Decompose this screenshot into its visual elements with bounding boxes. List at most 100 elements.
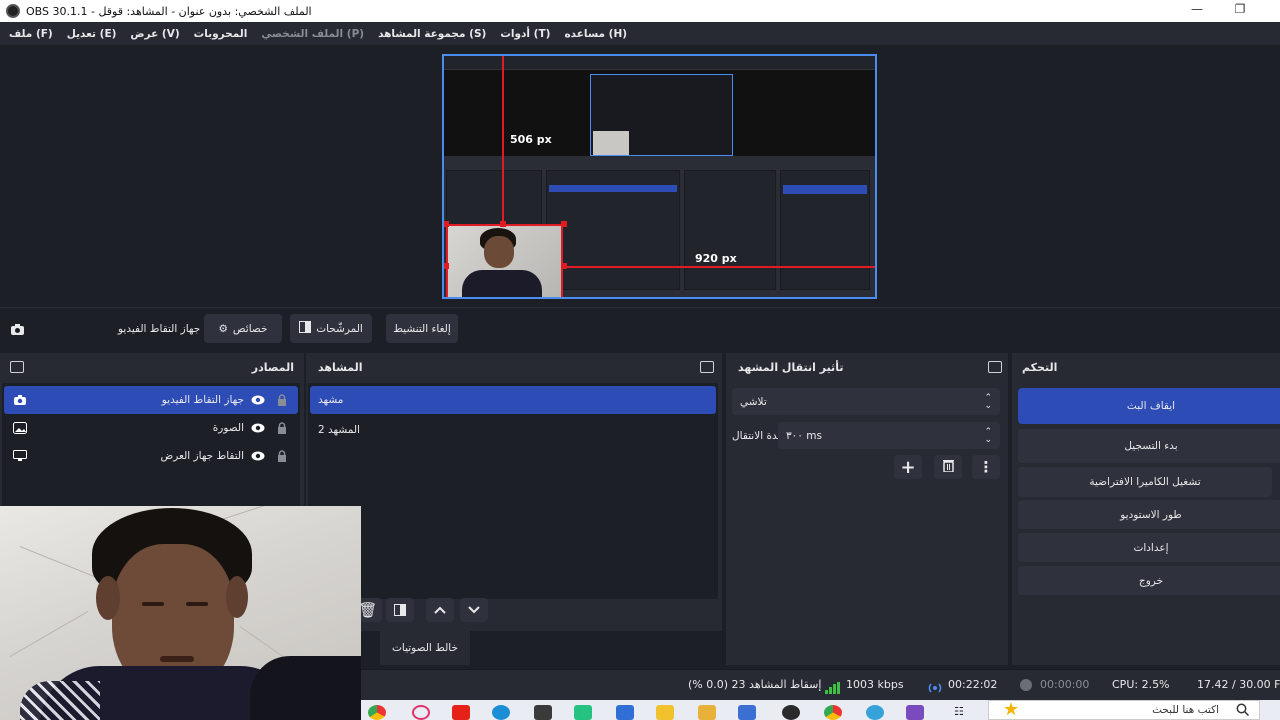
app-taskbar-icon[interactable] bbox=[738, 705, 756, 720]
undock-icon[interactable] bbox=[700, 361, 714, 373]
nested-transitions-panel bbox=[684, 170, 776, 290]
image-icon bbox=[12, 421, 28, 435]
app-taskbar-icon[interactable] bbox=[656, 705, 674, 720]
guide-horizontal bbox=[563, 266, 875, 268]
chrome-taskbar-icon[interactable] bbox=[824, 705, 842, 720]
eye-icon[interactable] bbox=[250, 421, 266, 435]
menu-view[interactable]: عرض (V) bbox=[123, 28, 186, 40]
eye-icon[interactable] bbox=[250, 393, 266, 407]
studio-mode-button[interactable]: طور الاستوديو bbox=[1018, 500, 1280, 529]
lock-icon[interactable] bbox=[274, 421, 290, 435]
deactivate-button[interactable]: إلغاء التنشيط bbox=[386, 314, 458, 343]
start-virtual-camera-button[interactable]: تشغيل الكاميرا الافتراضية bbox=[1018, 467, 1272, 497]
lock-icon[interactable] bbox=[274, 449, 290, 463]
remove-transition-button[interactable] bbox=[934, 455, 962, 479]
undock-icon[interactable] bbox=[10, 361, 24, 373]
task-view-icon[interactable]: ☷ bbox=[954, 705, 968, 720]
scenes-dock-title: المشاهد bbox=[318, 360, 363, 374]
monitor-icon bbox=[12, 449, 28, 463]
menu-scene-collection[interactable]: مجموعة المشاهد (S) bbox=[371, 28, 493, 40]
cpu-usage: CPU: 2.5% bbox=[1112, 678, 1170, 691]
tab-audio-mixer[interactable]: خالط الصوتيات bbox=[380, 631, 470, 665]
sources-dock-header: المصادر bbox=[0, 353, 304, 381]
add-transition-button[interactable]: + bbox=[894, 455, 922, 479]
filters-button[interactable]: المرشّحات bbox=[290, 314, 372, 343]
transitions-dock: تأثير انتقال المشهد تلاشي ⌃ ⌄ مدة الانتقا… bbox=[726, 353, 1008, 665]
move-down-button[interactable] bbox=[460, 598, 488, 622]
chrome-taskbar-icon[interactable] bbox=[368, 705, 386, 720]
resize-handle[interactable] bbox=[561, 263, 567, 269]
move-up-button[interactable] bbox=[426, 598, 454, 622]
resize-handle[interactable] bbox=[444, 221, 449, 227]
file-explorer-taskbar-icon[interactable] bbox=[698, 705, 716, 720]
camera-icon bbox=[12, 393, 28, 407]
webcam-overlay bbox=[0, 506, 361, 720]
youtube-taskbar-icon[interactable] bbox=[452, 705, 470, 720]
obs-taskbar-icon[interactable] bbox=[782, 705, 800, 720]
restore-button[interactable]: ❐ bbox=[1230, 2, 1250, 20]
title-bar: OBS 30.1.1 - الملف الشخصي: بدون عنوان - … bbox=[0, 0, 1280, 22]
sources-dock-title: المصادر bbox=[251, 360, 294, 374]
edge-taskbar-icon[interactable] bbox=[492, 705, 510, 720]
app-taskbar-icon[interactable] bbox=[534, 705, 552, 720]
menu-file[interactable]: ملف (F) bbox=[2, 28, 60, 40]
guide-vertical bbox=[502, 56, 504, 224]
exit-button[interactable]: خروج bbox=[1018, 566, 1280, 595]
source-item-display-capture[interactable]: التقاط جهاز العرض bbox=[4, 442, 298, 470]
controls-dock: التحكم ايقاف البث بدء التسجيل تشغيل الكا… bbox=[1012, 353, 1280, 665]
start-recording-button[interactable]: بدء التسجيل bbox=[1018, 429, 1280, 463]
resize-handle[interactable] bbox=[444, 263, 449, 269]
taskbar-search-input[interactable]: اكتب هنا للبحث ★ bbox=[988, 699, 1260, 720]
app-taskbar-icon[interactable] bbox=[412, 705, 430, 720]
settings-button[interactable]: إعدادات bbox=[1018, 533, 1280, 562]
scene-filters-button[interactable] bbox=[386, 598, 414, 622]
store-taskbar-icon[interactable] bbox=[616, 705, 634, 720]
resize-handle[interactable] bbox=[561, 221, 567, 227]
duration-spinbox[interactable]: ٣٠٠ ms ⌃ ⌄ bbox=[778, 422, 1000, 449]
properties-button[interactable]: ⚙ خصائص bbox=[204, 314, 282, 343]
preview-webcam-source[interactable] bbox=[446, 224, 563, 297]
menu-edit[interactable]: تعديل (E) bbox=[60, 28, 124, 40]
scene-item[interactable]: المشهد 2 bbox=[310, 416, 716, 444]
transition-menu-button[interactable]: ⋮ bbox=[972, 455, 1000, 479]
undock-icon[interactable] bbox=[988, 361, 1002, 373]
minimize-button[interactable]: — bbox=[1187, 2, 1207, 20]
filter-icon bbox=[299, 321, 312, 336]
duration-value: ٣٠٠ ms bbox=[786, 429, 822, 442]
signal-bars-icon bbox=[825, 679, 841, 698]
record-time: 00:00:00 bbox=[1040, 678, 1090, 691]
menu-bar: ملف (F) تعديل (E) عرض (V) المحروبات المل… bbox=[0, 22, 1280, 45]
menu-profile[interactable]: الملف الشخصي (P) bbox=[254, 28, 371, 40]
menu-tools[interactable]: أدوات (T) bbox=[493, 28, 557, 40]
duration-label: مدة الانتقال bbox=[732, 430, 784, 442]
plus-icon: + bbox=[900, 456, 916, 478]
source-item-video-capture[interactable]: جهاز التقاط الفيديو bbox=[4, 386, 298, 414]
resize-handle[interactable] bbox=[500, 221, 506, 227]
filters-label: المرشّحات bbox=[316, 322, 363, 335]
menu-help[interactable]: مساعده (H) bbox=[557, 28, 634, 40]
window-title: OBS 30.1.1 - الملف الشخصي: بدون عنوان - … bbox=[26, 4, 312, 18]
transition-select[interactable]: تلاشي ⌃ ⌄ bbox=[732, 388, 1000, 415]
scene-label: مشهد bbox=[318, 394, 344, 406]
guide-width-label: 920 px bbox=[695, 252, 737, 265]
fps: 17.42 / 30.00 FPS bbox=[1197, 678, 1280, 691]
menu-docks[interactable]: المحروبات bbox=[187, 28, 255, 40]
updown-chevron-icon: ⌃ ⌄ bbox=[984, 426, 992, 445]
obs-logo-icon bbox=[6, 4, 20, 18]
scenes-list: مشهد المشهد 2 bbox=[308, 383, 718, 599]
nested-webcam-thumb bbox=[593, 131, 629, 155]
eye-icon[interactable] bbox=[250, 449, 266, 463]
transition-value: تلاشي bbox=[740, 395, 767, 408]
nested-scenes-panel bbox=[546, 170, 680, 290]
scene-item[interactable]: مشهد bbox=[310, 386, 716, 414]
program-preview[interactable]: 506 px 920 px bbox=[442, 54, 877, 299]
stop-streaming-button[interactable]: ايقاف البث bbox=[1018, 388, 1280, 424]
lock-icon[interactable] bbox=[274, 393, 290, 407]
properties-label: خصائص bbox=[232, 322, 268, 335]
app-taskbar-icon[interactable] bbox=[906, 705, 924, 720]
source-item-image[interactable]: الصورة bbox=[4, 414, 298, 442]
controls-dock-title: التحكم bbox=[1022, 360, 1058, 374]
app-taskbar-icon[interactable] bbox=[866, 705, 884, 720]
app-taskbar-icon[interactable] bbox=[574, 705, 592, 720]
preview-nested-preview bbox=[590, 74, 733, 156]
